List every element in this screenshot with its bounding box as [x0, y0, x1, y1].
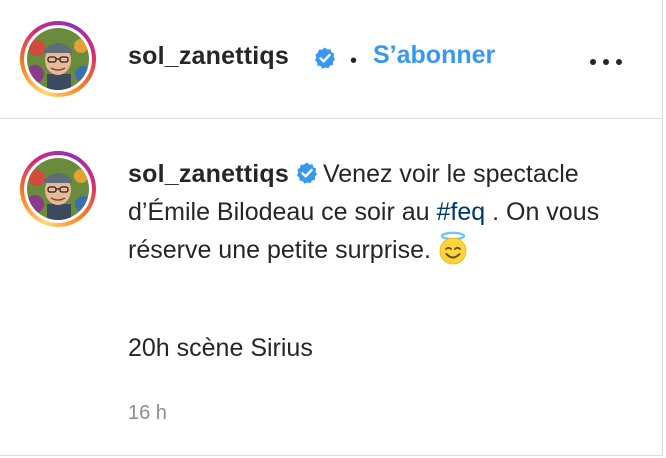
- post-panel: sol_zanettiqs • S’abonner sol_zanettiqs …: [0, 0, 663, 456]
- header-avatar[interactable]: [20, 21, 96, 97]
- avatar-photo: [27, 28, 89, 90]
- header-username[interactable]: sol_zanettiqs: [128, 42, 289, 71]
- follow-button[interactable]: S’abonner: [373, 41, 495, 70]
- comment-avatar[interactable]: [20, 151, 96, 227]
- hashtag-link[interactable]: #feq: [437, 198, 486, 226]
- comment-timestamp[interactable]: 16 h: [128, 402, 167, 425]
- post-header: sol_zanettiqs • S’abonner: [0, 0, 663, 119]
- header-separator: •: [350, 50, 358, 72]
- verified-badge-icon: [295, 158, 319, 184]
- more-options-icon[interactable]: [588, 50, 624, 74]
- avatar-photo: [27, 158, 89, 220]
- comment-username[interactable]: sol_zanettiqs: [128, 160, 289, 188]
- comment-caption: sol_zanettiqs Venez voir le spectacle d’…: [128, 155, 628, 269]
- verified-badge-icon: [313, 46, 337, 70]
- halo-smile-emoji-icon: [438, 231, 468, 265]
- comment-second-line: 20h scène Sirius: [128, 334, 313, 362]
